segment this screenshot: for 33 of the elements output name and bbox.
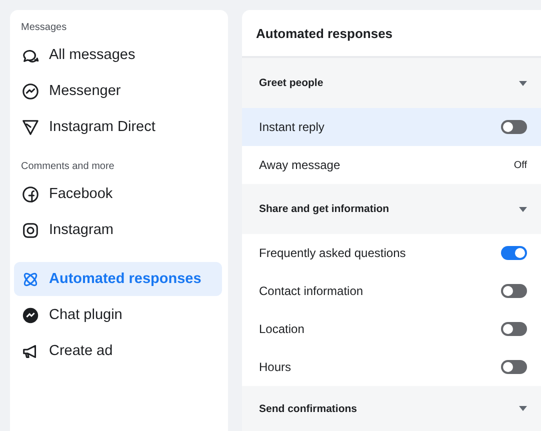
sidebar-item[interactable]: All messages <box>14 37 222 73</box>
sidebar-item[interactable]: Facebook <box>14 176 222 212</box>
setting-row[interactable]: Hours <box>242 348 541 386</box>
setting-row[interactable]: Away message Off <box>242 146 541 184</box>
toggle-switch[interactable] <box>501 120 527 134</box>
caret-icon <box>519 206 527 212</box>
section-header[interactable]: Share and get information <box>242 184 541 234</box>
sidebar-item[interactable]: Messenger <box>14 73 222 109</box>
setting-row[interactable]: Instant reply <box>242 108 541 146</box>
sidebar-item[interactable]: Create ad <box>14 333 222 369</box>
sidebar-item[interactable]: Chat plugin <box>14 297 222 333</box>
facebook-icon <box>21 184 40 204</box>
chat-bubble-icon <box>21 306 40 324</box>
messenger-icon <box>21 82 40 100</box>
section-label: Messages <box>20 21 68 35</box>
toggle-switch[interactable] <box>501 322 527 336</box>
setting-row[interactable]: Contact information <box>242 272 541 310</box>
instagram-icon <box>21 220 40 240</box>
status-value: Off <box>514 160 527 170</box>
setting-row[interactable]: Location <box>242 310 541 348</box>
section-header[interactable]: Send confirmations <box>242 386 541 431</box>
toggle-switch[interactable] <box>501 246 527 260</box>
toggle-switch[interactable] <box>501 360 527 374</box>
caret-icon <box>519 406 527 411</box>
toggle-switch[interactable] <box>501 284 527 298</box>
sidebar-item[interactable]: Automated responses <box>14 262 222 296</box>
section-header[interactable]: Greet people <box>242 58 541 108</box>
sidebar-item[interactable]: Instagram <box>14 212 222 248</box>
section-label: Comments and more <box>20 160 116 174</box>
paper-plane-icon <box>21 118 40 136</box>
caret-icon <box>519 80 527 86</box>
sidebar-item[interactable]: Instagram Direct <box>14 109 222 145</box>
setting-row[interactable]: Frequently asked questions <box>242 234 541 272</box>
